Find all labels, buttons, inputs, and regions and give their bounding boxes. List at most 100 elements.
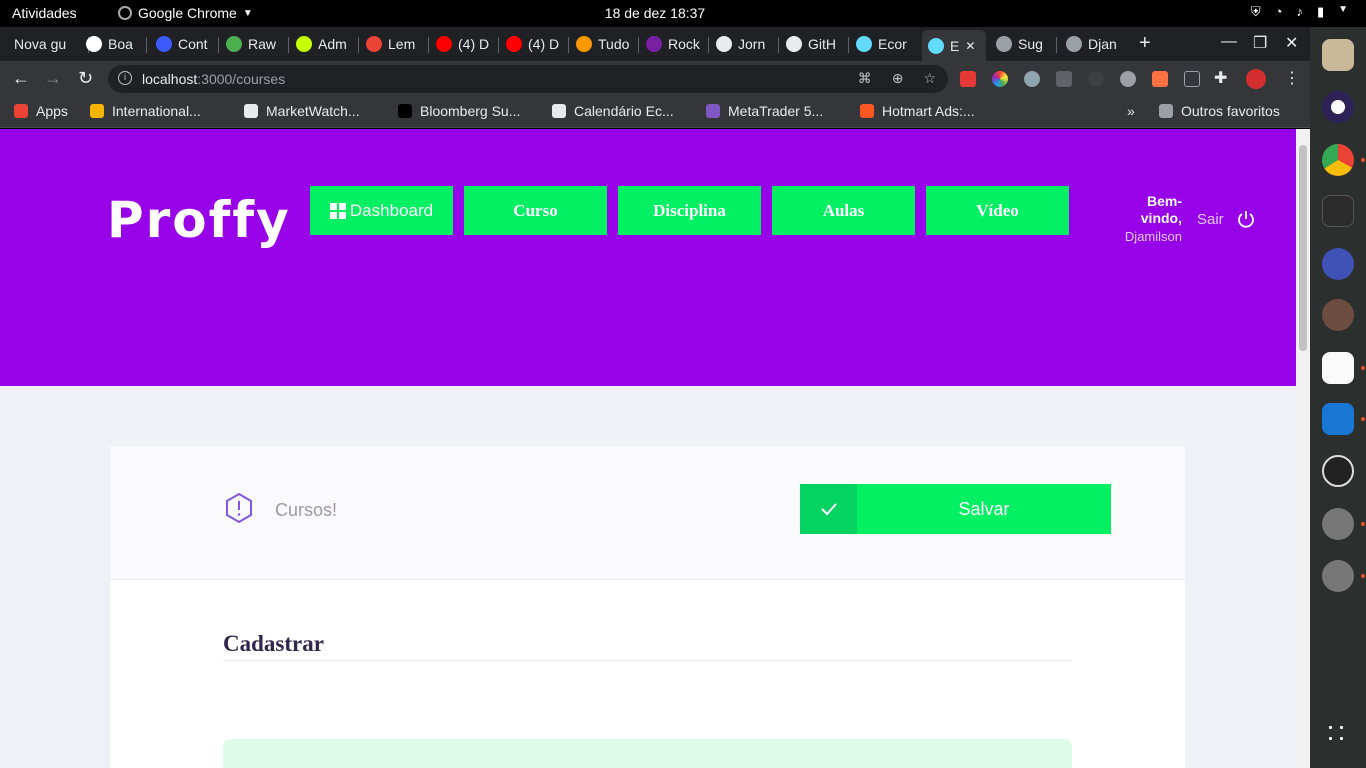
other-bookmarks[interactable]: Outros favoritos <box>1159 103 1280 119</box>
tab[interactable]: Lem <box>366 32 424 56</box>
tab[interactable]: Djan <box>1066 32 1122 56</box>
obs-icon[interactable] <box>1322 455 1354 487</box>
disk-icon[interactable] <box>1322 508 1354 540</box>
tab[interactable]: Adm <box>296 32 354 56</box>
page-scrollbar[interactable] <box>1296 129 1310 768</box>
tab-separator <box>146 37 147 53</box>
nav-disciplina-button[interactable]: Disciplina <box>618 186 761 235</box>
tab[interactable]: (4) D <box>506 32 564 56</box>
bookmark-item[interactable]: Apps <box>14 103 68 119</box>
profile-avatar[interactable] <box>1246 69 1266 89</box>
tab-strip: Nova gu Boa Cont Raw Adm Lem (4) D (4) D Tudo Roc… <box>0 27 1310 61</box>
files-icon[interactable] <box>1322 39 1354 71</box>
tab[interactable]: Raw <box>226 32 284 56</box>
minimize-button[interactable]: — <box>1221 33 1237 51</box>
nav-dashboard-button[interactable]: Dashboard <box>310 186 453 235</box>
extension-color-icon[interactable] <box>992 71 1008 87</box>
menu-icon[interactable]: ⋮ <box>1284 68 1300 88</box>
form-field-box[interactable] <box>223 739 1072 768</box>
omnibox-actions: ⌘ ⊕ ☆ <box>858 70 936 87</box>
nav-aulas-button[interactable]: Aulas <box>772 186 915 235</box>
running-indicator <box>1361 158 1365 162</box>
card-title: Cursos! <box>275 500 338 520</box>
save-button[interactable]: Salvar <box>800 484 1111 534</box>
logout-button[interactable]: Sair <box>1197 209 1256 229</box>
extension-red-icon[interactable] <box>960 71 976 87</box>
info-icon[interactable]: i <box>118 71 132 85</box>
tab-favicon <box>928 37 944 54</box>
extension-orange-icon[interactable] <box>1152 71 1168 87</box>
tab[interactable]: Nova gu <box>14 32 84 56</box>
bookmark-item[interactable]: Bloomberg Su... <box>398 103 520 119</box>
tab-separator <box>498 37 499 53</box>
tab-active[interactable]: E ✕ <box>922 30 986 61</box>
nav-video-button[interactable]: Vídeo <box>926 186 1069 235</box>
power-icon <box>1237 211 1254 228</box>
tab-title: E <box>950 37 960 54</box>
bookmarks-overflow-button[interactable]: » <box>1127 103 1135 119</box>
system-clock[interactable]: 18 de dez 18:37 <box>0 5 1310 21</box>
bookmark-item[interactable]: MarketWatch... <box>244 103 360 119</box>
other-bookmarks-label: Outros favoritos <box>1181 103 1280 119</box>
text-editor-icon[interactable] <box>1322 352 1354 384</box>
show-apps-icon[interactable] <box>1325 722 1351 748</box>
shield-icon: ⛨ <box>1250 4 1261 19</box>
tab-title: Lem <box>388 36 416 52</box>
extension-code-icon[interactable] <box>1184 71 1200 87</box>
puzzle-icon[interactable]: ✚ <box>1214 68 1227 88</box>
scrollbar-thumb[interactable] <box>1299 145 1307 351</box>
maximize-button[interactable]: ❐ <box>1253 33 1267 53</box>
tab[interactable]: Jorn <box>716 32 774 56</box>
tab-title: Jorn <box>738 36 766 52</box>
tab[interactable]: Boa <box>86 32 142 56</box>
nav-curso-button[interactable]: Curso <box>464 186 607 235</box>
wifi-icon: ◔ <box>1274 4 1283 19</box>
bookmark-label: Apps <box>36 103 68 119</box>
star-icon[interactable]: ☆ <box>923 70 936 87</box>
bookmark-item[interactable]: MetaTrader 5... <box>706 103 823 119</box>
disk-icon[interactable] <box>1322 560 1354 592</box>
atom-icon[interactable] <box>1322 248 1354 280</box>
close-window-button[interactable]: ✕ <box>1285 33 1298 53</box>
close-tab-icon[interactable]: ✕ <box>965 39 975 53</box>
extension-badge-icon[interactable] <box>1120 71 1136 87</box>
battery-icon: ▮ <box>1316 4 1325 19</box>
tab[interactable]: Sug <box>996 32 1052 56</box>
bookmark-item[interactable]: Calendário Ec... <box>552 103 674 119</box>
proffy-logo[interactable]: Proffy <box>107 191 291 249</box>
url-host: localhost <box>142 71 198 87</box>
tab-title: (4) D <box>528 36 560 52</box>
new-tab-button[interactable]: + <box>1139 32 1151 55</box>
eclipse-icon[interactable] <box>1322 91 1354 123</box>
back-icon[interactable]: ← <box>12 68 30 89</box>
bookmark-favicon <box>244 104 258 118</box>
main-nav: Dashboard Curso Disciplina Aulas Vídeo <box>310 186 1069 235</box>
extension-grey-icon[interactable] <box>1056 71 1072 87</box>
translate-icon[interactable]: ⌘ <box>858 70 872 87</box>
chrome-icon[interactable] <box>1322 144 1354 176</box>
vscode-icon[interactable] <box>1322 403 1354 435</box>
bookmark-item[interactable]: International... <box>90 103 201 119</box>
tab[interactable]: Tudo <box>576 32 634 56</box>
bookmarks-bar: Apps International... MarketWatch... Bloomb… <box>0 97 1310 128</box>
tab[interactable]: (4) D <box>436 32 494 56</box>
tab-favicon <box>156 36 172 52</box>
reload-icon[interactable]: ↻ <box>78 68 93 89</box>
tab[interactable]: Rock <box>646 32 704 56</box>
bookmark-item[interactable]: Hotmart Ads:... <box>860 103 975 119</box>
zoom-icon[interactable]: ⊕ <box>892 70 904 87</box>
dashboard-icon <box>329 202 346 219</box>
terminal-icon[interactable] <box>1322 195 1354 227</box>
extension-blue-icon[interactable] <box>1024 71 1040 87</box>
tab-favicon <box>646 36 662 52</box>
system-tray[interactable]: ⛨ ◔ ♪ ▮ ▼ <box>1251 4 1348 20</box>
tab[interactable]: Cont <box>156 32 214 56</box>
tab[interactable]: GitH <box>786 32 844 56</box>
tab[interactable]: Ecor <box>856 32 914 56</box>
address-bar[interactable]: i localhost:3000/courses ⌘ ⊕ ☆ <box>108 65 948 93</box>
dbeaver-icon[interactable] <box>1322 299 1354 331</box>
bookmark-favicon <box>398 104 412 118</box>
forward-icon[interactable]: → <box>44 68 62 89</box>
extension-dark-icon[interactable] <box>1088 71 1104 87</box>
url-text[interactable]: localhost:3000/courses <box>142 71 285 87</box>
